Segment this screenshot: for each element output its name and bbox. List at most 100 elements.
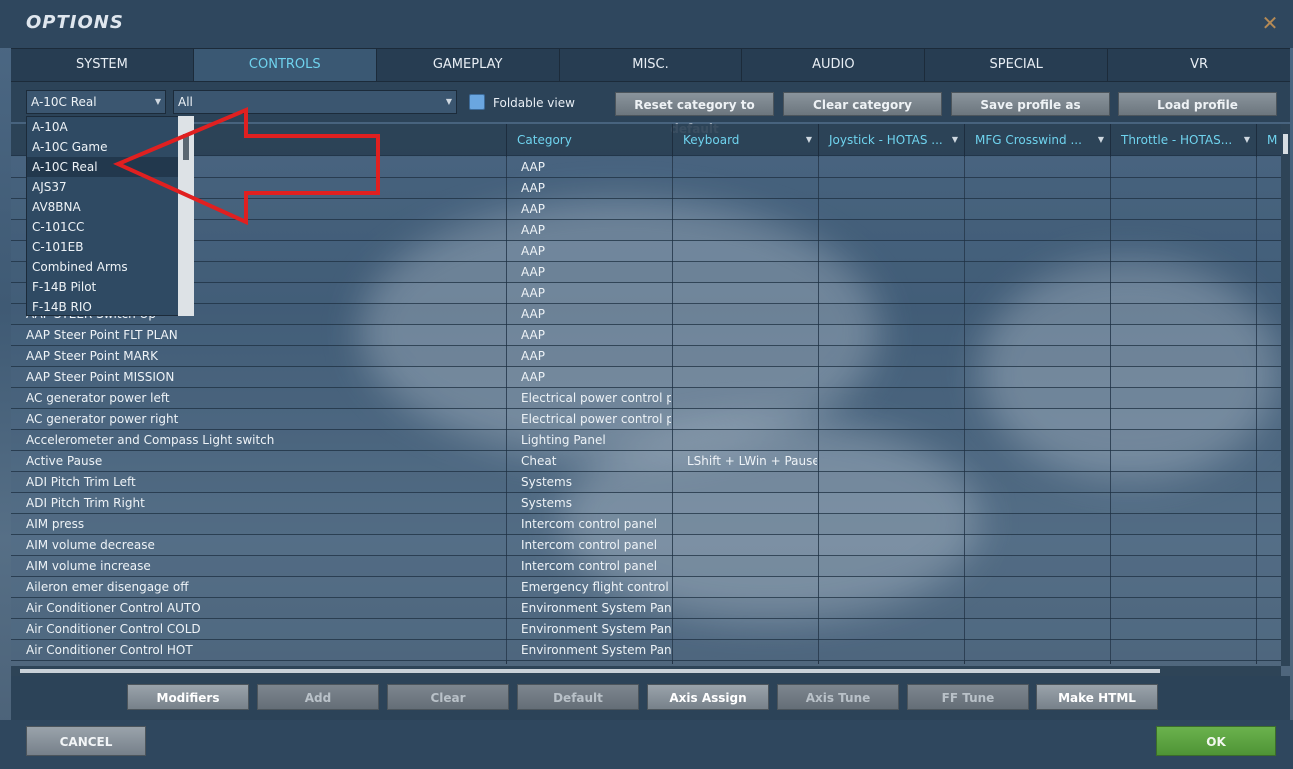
keyboard-cell <box>687 514 817 535</box>
keyboard-cell <box>687 283 817 304</box>
tab-system[interactable]: SYSTEM <box>11 49 194 81</box>
keyboard-cell <box>687 325 817 346</box>
tab-misc[interactable]: MISC. <box>560 49 743 81</box>
save-profile-button[interactable]: Save profile as <box>951 92 1110 116</box>
axis-tune-button[interactable]: Axis Tune <box>777 684 899 710</box>
column-header-keyboard[interactable]: Keyboard ▼ <box>672 124 818 156</box>
table-row[interactable]: Air Conditioner Control COLD Environment … <box>11 619 1281 640</box>
keyboard-cell <box>687 388 817 409</box>
bindings-table: Category Keyboard ▼ Joystick - HOTAS ...… <box>11 124 1290 664</box>
table-row[interactable]: AAP <box>11 262 1281 283</box>
horizontal-scroll-thumb[interactable] <box>20 669 1160 673</box>
action-cell: AIM press <box>26 517 85 531</box>
tab-gameplay[interactable]: GAMEPLAY <box>377 49 560 81</box>
tab-vr[interactable]: VR <box>1108 49 1290 81</box>
cancel-button[interactable]: CANCEL <box>26 726 146 756</box>
keyboard-cell <box>687 619 817 640</box>
keyboard-cell <box>687 157 817 178</box>
tab-special[interactable]: SPECIAL <box>925 49 1109 81</box>
action-cell: Air Conditioner Control COLD <box>26 622 201 636</box>
dropdown-item[interactable]: A-10C Game <box>27 137 181 157</box>
table-row[interactable]: Air Conditioner Control HOT Environment S… <box>11 640 1281 661</box>
tab-controls[interactable]: CONTROLS <box>193 49 377 81</box>
chevron-down-icon: ▼ <box>1097 135 1104 144</box>
category-cell: AAP <box>521 307 545 321</box>
column-header-category[interactable]: Category <box>506 124 672 156</box>
table-row[interactable]: Air Conditioner Control AUTO Environment … <box>11 598 1281 619</box>
action-cell: ADI Pitch Trim Left <box>26 475 136 489</box>
table-row[interactable]: Aileron emer disengage off Emergency flig… <box>11 577 1281 598</box>
aircraft-select-value: A-10C Real <box>31 95 97 109</box>
load-profile-button[interactable]: Load profile <box>1118 92 1277 116</box>
column-header-joystick[interactable]: Joystick - HOTAS ... ▼ <box>818 124 964 156</box>
foldable-view-label: Foldable view <box>493 96 575 110</box>
foldable-view-checkbox[interactable] <box>469 94 485 110</box>
tab-audio[interactable]: AUDIO <box>742 49 926 81</box>
category-cell: AAP <box>521 244 545 258</box>
action-cell: Air Conditioner Control AUTO <box>26 601 201 615</box>
table-row[interactable]: AAP Steer Point MARK AAP <box>11 346 1281 367</box>
dropdown-item[interactable]: F-14B RIO <box>27 297 181 317</box>
ok-button[interactable]: OK <box>1156 726 1276 756</box>
vertical-scroll-thumb[interactable] <box>1283 134 1288 154</box>
category-cell: Electrical power control pa <box>521 391 671 405</box>
table-row[interactable]: AAP <box>11 220 1281 241</box>
table-row[interactable]: AAP <box>11 241 1281 262</box>
table-row[interactable]: AAP <box>11 283 1281 304</box>
default-button[interactable]: Default <box>517 684 639 710</box>
table-row[interactable]: AIM volume increase Intercom control pane… <box>11 556 1281 577</box>
dropdown-item[interactable]: C-101CC <box>27 217 181 237</box>
table-row[interactable]: AAP Steer Point MISSION AAP <box>11 367 1281 388</box>
category-cell: Intercom control panel <box>521 559 658 573</box>
column-header-mfg[interactable]: MFG Crosswind ... ▼ <box>964 124 1110 156</box>
keyboard-cell <box>687 346 817 367</box>
table-row[interactable]: AAP STEER Switch UpAAP <box>11 304 1281 325</box>
keyboard-cell <box>687 640 817 661</box>
table-row[interactable]: ADI Pitch Trim Left Systems <box>11 472 1281 493</box>
table-row[interactable]: AC generator power left Electrical power … <box>11 388 1281 409</box>
add-button[interactable]: Add <box>257 684 379 710</box>
dropdown-item[interactable]: Combined Arms <box>27 257 181 277</box>
keyboard-cell <box>687 535 817 556</box>
dropdown-item[interactable]: AJS37 <box>27 177 181 197</box>
category-cell: Emergency flight control p <box>521 580 671 594</box>
category-select[interactable]: All ▼ <box>173 90 457 114</box>
clear-category-button[interactable]: Clear category <box>783 92 942 116</box>
keyboard-cell <box>687 409 817 430</box>
dropdown-item[interactable]: F-14B Pilot <box>27 277 181 297</box>
axis-assign-button[interactable]: Axis Assign <box>647 684 769 710</box>
table-row[interactable]: ADI Pitch Trim Right Systems <box>11 493 1281 514</box>
table-row[interactable]: AAP <box>11 199 1281 220</box>
keyboard-cell <box>687 199 817 220</box>
aircraft-dropdown-list: A-10A A-10C Game A-10C Real AJS37 AV8BNA C-10… <box>26 116 194 316</box>
modifiers-button[interactable]: Modifiers <box>127 684 249 710</box>
table-row[interactable]: AC generator power right Electrical power… <box>11 409 1281 430</box>
keyboard-cell <box>687 262 817 283</box>
table-row[interactable]: AAP Steer Point FLT PLAN AAP <box>11 325 1281 346</box>
reset-category-button[interactable]: Reset category to default <box>615 92 774 136</box>
dropdown-item[interactable]: AV8BNA <box>27 197 181 217</box>
close-icon[interactable]: ✕ <box>1260 12 1280 34</box>
dropdown-item[interactable]: A-10A <box>27 117 181 137</box>
column-header-throttle[interactable]: Throttle - HOTAS... ▼ <box>1110 124 1256 156</box>
dropdown-scroll-thumb[interactable] <box>183 134 189 160</box>
table-row[interactable]: Active Pause Cheat LShift + LWin + Pause <box>11 451 1281 472</box>
keyboard-cell <box>687 304 817 325</box>
table-row[interactable]: AIM press Intercom control panel <box>11 514 1281 535</box>
dropdown-item[interactable]: C-101EB <box>27 237 181 257</box>
make-html-button[interactable]: Make HTML <box>1036 684 1158 710</box>
keyboard-cell <box>687 598 817 619</box>
vertical-scrollbar[interactable] <box>1281 124 1290 666</box>
table-row[interactable]: Accelerometer and Compass Light switch Li… <box>11 430 1281 451</box>
footer-bar <box>0 720 1293 769</box>
chevron-down-icon: ▼ <box>445 97 452 106</box>
aircraft-select[interactable]: A-10C Real ▼ <box>26 90 166 114</box>
table-row[interactable]: AAP <box>11 157 1281 178</box>
clear-button[interactable]: Clear <box>387 684 509 710</box>
table-row[interactable]: AAP <box>11 178 1281 199</box>
column-header-throttle-label: Throttle - HOTAS... <box>1121 133 1233 147</box>
dropdown-item[interactable]: A-10C Real <box>27 157 181 177</box>
column-header-more[interactable]: M <box>1256 124 1281 156</box>
table-row[interactable]: AIM volume decrease Intercom control pane… <box>11 535 1281 556</box>
ff-tune-button[interactable]: FF Tune <box>907 684 1029 710</box>
